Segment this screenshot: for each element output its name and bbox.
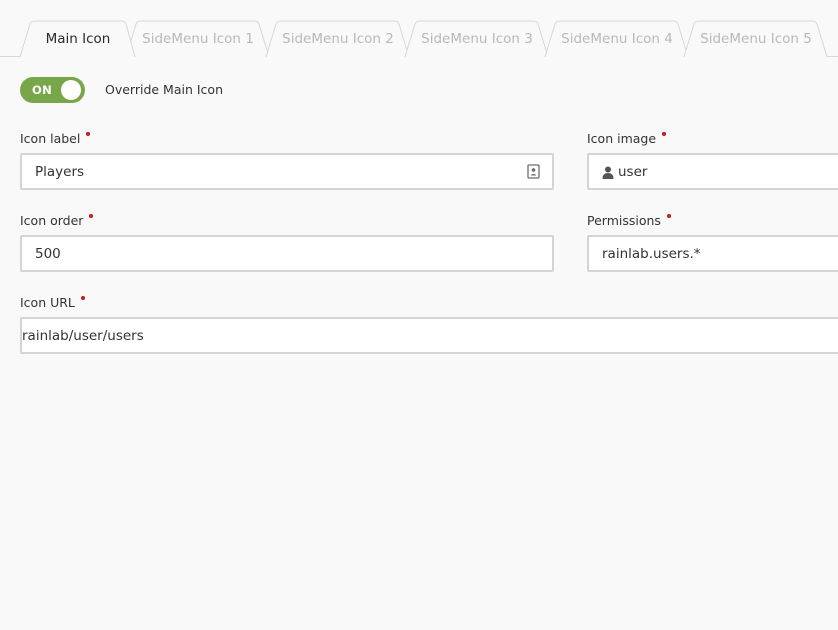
- tab-sidemenu-icon-4[interactable]: SideMenu Icon 4: [544, 20, 689, 58]
- icon-order-label: Icon order: [20, 213, 94, 228]
- icon-url-field: [20, 317, 838, 354]
- toggle-knob: [61, 80, 81, 100]
- override-main-icon-label: Override Main Icon: [105, 82, 223, 97]
- icon-label-label-text: Icon label: [20, 131, 81, 146]
- icon-image-label: Icon image: [587, 131, 667, 146]
- override-main-icon-toggle[interactable]: ON: [20, 77, 85, 103]
- icon-url-input[interactable]: [22, 319, 796, 352]
- icon-label-field: [20, 153, 554, 190]
- icon-url-label-text: Icon URL: [20, 295, 75, 310]
- icon-order-label-text: Icon order: [20, 213, 84, 228]
- tab-label: SideMenu Icon 2: [282, 31, 394, 47]
- icon-image-label-text: Icon image: [587, 131, 657, 146]
- tab-sidemenu-icon-3[interactable]: SideMenu Icon 3: [404, 20, 549, 58]
- required-marker: [86, 132, 91, 136]
- user-icon: [602, 166, 614, 179]
- icon-image-field[interactable]: user: [587, 153, 838, 190]
- tab-main-icon[interactable]: Main Icon: [19, 20, 136, 58]
- required-marker: [89, 214, 94, 218]
- tab-sidemenu-icon-5[interactable]: SideMenu Icon 5: [683, 20, 828, 58]
- required-marker: [80, 296, 85, 300]
- contact-card-icon: [527, 164, 540, 179]
- icon-image-value: user: [618, 164, 648, 180]
- required-marker: [666, 214, 671, 218]
- tab-label: Main Icon: [45, 31, 111, 47]
- icon-order-field: [20, 235, 554, 272]
- tab-bar: SideMenu Icon 1 SideMenu Icon 2 SideMenu…: [0, 0, 838, 58]
- permissions-label-text: Permissions: [587, 213, 661, 228]
- required-marker: [662, 132, 667, 136]
- permissions-field: [587, 235, 838, 272]
- permissions-label: Permissions: [587, 213, 671, 228]
- tab-sidemenu-icon-2[interactable]: SideMenu Icon 2: [265, 20, 410, 58]
- icon-label-input[interactable]: [35, 155, 515, 188]
- permissions-input[interactable]: [602, 237, 809, 270]
- tab-sidemenu-icon-1[interactable]: SideMenu Icon 1: [125, 20, 270, 58]
- toggle-state-text: ON: [32, 83, 53, 97]
- tab-label: SideMenu Icon 4: [561, 31, 673, 47]
- tab-label: SideMenu Icon 5: [700, 31, 812, 47]
- tab-label: SideMenu Icon 3: [421, 31, 533, 47]
- icon-url-label: Icon URL: [20, 295, 85, 310]
- icon-label-label: Icon label: [20, 131, 91, 146]
- icon-order-input[interactable]: [35, 237, 515, 270]
- tab-label: SideMenu Icon 1: [142, 31, 254, 47]
